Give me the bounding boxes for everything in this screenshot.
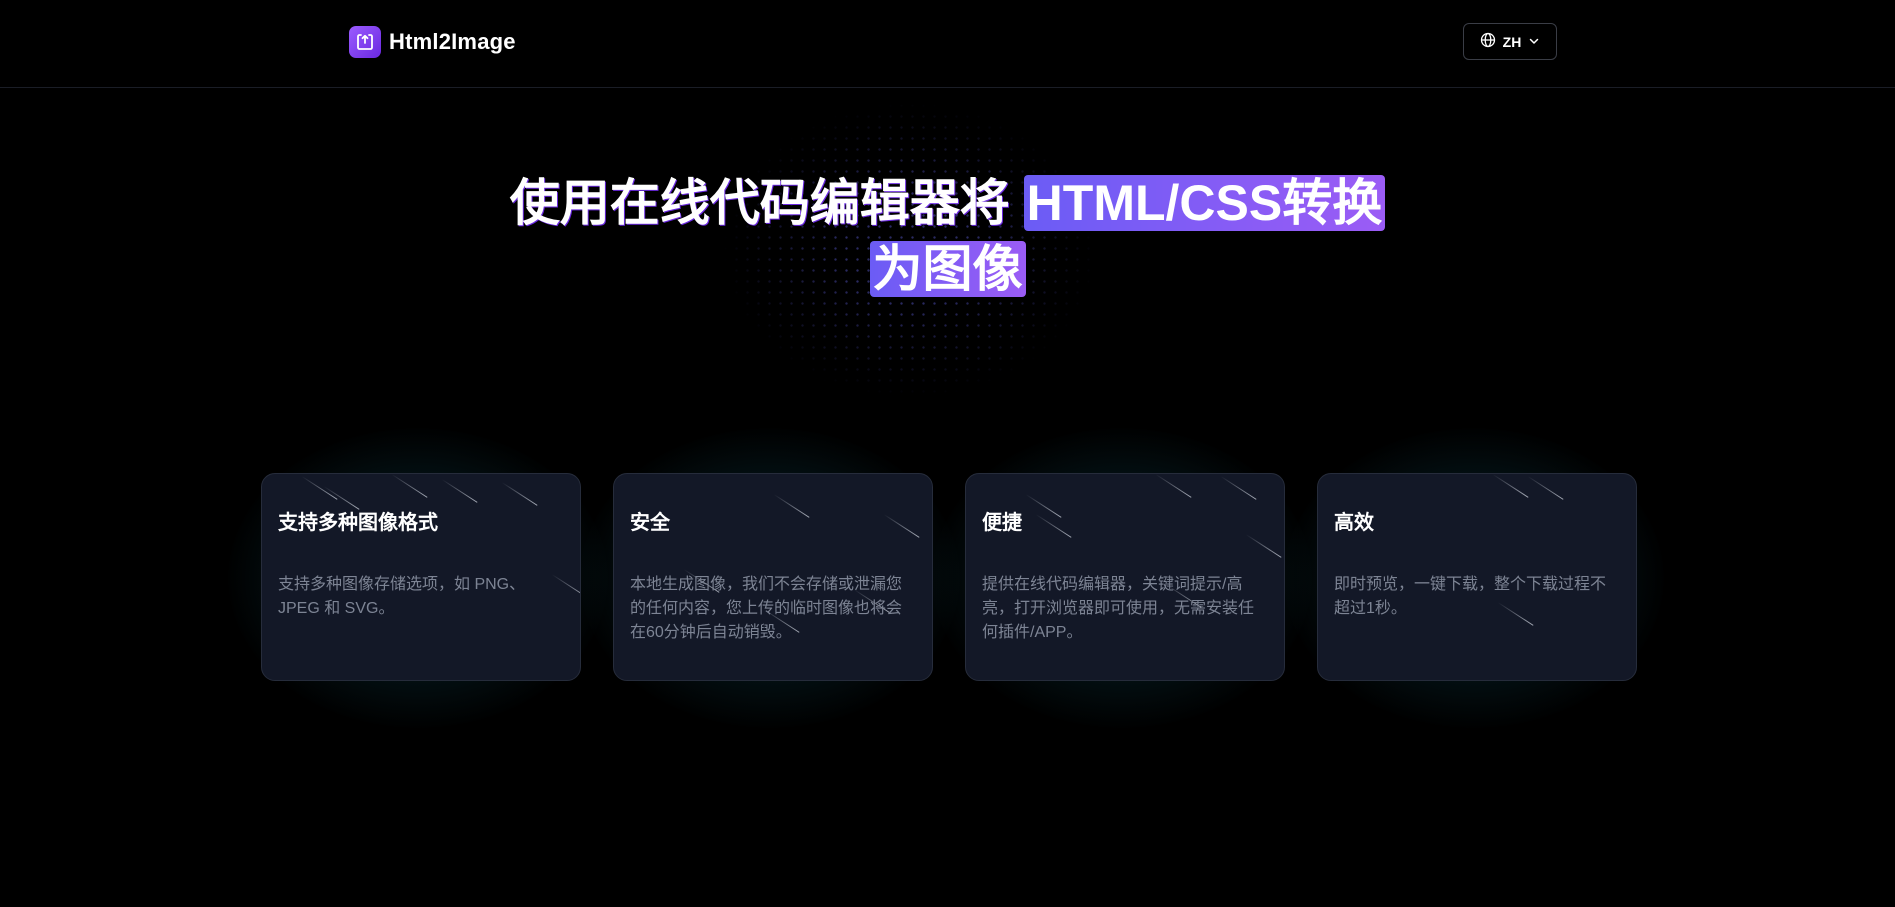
logo-icon — [349, 26, 381, 58]
meteor-streak — [1492, 474, 1529, 498]
hero-title-highlight-1: HTML/CSS转换 — [1023, 175, 1386, 231]
feature-description: 提供在线代码编辑器，关键词提示/高亮，打开浏览器即可使用，无需安装任何插件/AP… — [982, 576, 1255, 641]
hero-title: 使用在线代码编辑器将 HTML/CSS转换 为图像 — [0, 170, 1895, 302]
feature-card-efficiency: 高效 即时预览，一键下载，整个下载过程不超过1秒。 — [1317, 473, 1637, 681]
meteor-streak — [1220, 476, 1257, 500]
meteor-streak — [441, 479, 478, 503]
feature-title: 便捷 — [982, 512, 1022, 534]
feature-description: 即时预览，一键下载，整个下载过程不超过1秒。 — [1334, 576, 1607, 617]
brand-link[interactable]: Html2Image — [349, 26, 516, 58]
hero-title-highlight-2: 为图像 — [869, 241, 1026, 297]
feature-description: 支持多种图像存储选项，如 PNG、JPEG 和 SVG。 — [278, 576, 526, 617]
meteor-streak — [391, 474, 428, 498]
brand-name: Html2Image — [389, 29, 516, 54]
hero-title-plain: 使用在线代码编辑器将 — [509, 175, 1010, 231]
feature-card-convenience: 便捷 提供在线代码编辑器，关键词提示/高亮，打开浏览器即可使用，无需安装任何插件… — [965, 473, 1285, 681]
meteor-streak — [1245, 534, 1282, 558]
meteor-streak — [501, 482, 538, 506]
feature-card-security: 安全 本地生成图像，我们不会存储或泄漏您的任何内容，您上传的临时图像也将会在60… — [613, 473, 933, 681]
chevron-down-icon — [1528, 34, 1540, 50]
language-label: ZH — [1502, 33, 1522, 50]
meteor-streak — [301, 476, 338, 500]
feature-title: 安全 — [630, 512, 670, 534]
meteor-streak — [1155, 474, 1192, 498]
feature-card-formats: 支持多种图像格式 支持多种图像存储选项，如 PNG、JPEG 和 SVG。 — [261, 473, 581, 681]
top-navbar: Html2Image ZH — [0, 0, 1895, 88]
meteor-streak — [1527, 476, 1564, 500]
feature-description: 本地生成图像，我们不会存储或泄漏您的任何内容，您上传的临时图像也将会在60分钟后… — [630, 576, 903, 641]
globe-icon — [1480, 32, 1496, 51]
feature-title: 高效 — [1334, 512, 1374, 534]
language-selector[interactable]: ZH — [1463, 23, 1557, 60]
feature-title: 支持多种图像格式 — [278, 512, 438, 534]
